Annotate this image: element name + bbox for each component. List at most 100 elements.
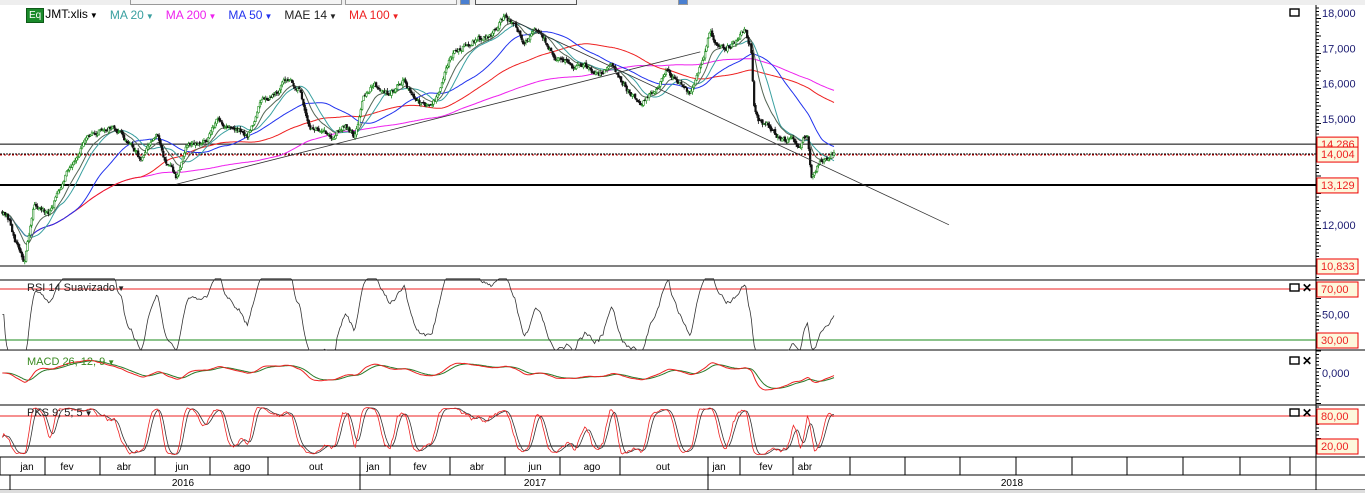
candle-body [97,129,101,136]
candle-body [809,148,812,166]
time-axis: jan fev abr jun ago out jan fev abr jun ago out jan f… [0,457,1317,490]
candle-body [149,142,152,146]
candle-body [401,80,404,86]
candle-body [71,164,74,168]
candle-body [634,93,637,99]
candle-body [523,42,526,44]
candle-body [302,98,305,106]
moving-averages [2,22,835,245]
month-label: out [656,462,670,473]
candle-body [68,167,71,171]
candle-body [529,35,532,41]
candle-body [611,63,614,67]
candle-body [53,200,56,209]
candle-body [32,209,35,220]
dropdown-icon: ▼ [145,12,154,21]
candle-body [502,16,505,21]
macd-label-text: MACD 26, 12, 9 [27,356,106,368]
candle-body [75,157,78,161]
candle-body [667,69,670,71]
close-icon[interactable]: ✕ [1302,281,1312,295]
candle-body [292,82,295,87]
candle-body [6,213,10,220]
year-label: 2017 [524,478,547,489]
candle-body [431,104,434,106]
candle-body [158,135,161,141]
candle-body [307,120,311,127]
year-label: 2018 [1001,478,1024,489]
candle-body [121,131,124,136]
dropdown-icon: ▼ [89,11,98,20]
candle-body [663,74,666,77]
candle-body [180,161,183,168]
close-icon[interactable]: ✕ [1302,406,1312,420]
candle-body [699,64,703,68]
candle-body [306,115,309,122]
indicators [0,278,1316,456]
candle-body [334,135,337,139]
candle-body [440,82,444,89]
candle-body [29,225,32,236]
maximize-icon[interactable] [1289,408,1300,417]
macd-label[interactable]: MACD 26, 12, 9 ▼ [27,356,115,368]
candle-body [443,71,446,80]
legend-ma200[interactable]: MA 200 ▼ [166,8,217,22]
ma200-line [2,58,835,237]
candle-body [151,140,154,142]
legend-label: MA 200 [165,8,207,22]
candle-body [564,59,567,63]
candle-body [62,181,66,185]
candle-body [755,111,759,116]
candle-body [181,156,185,162]
month-label: abr [798,462,813,473]
candle-body [267,99,270,101]
candle-body [806,135,809,137]
legend-ma100[interactable]: MA 100 ▼ [349,8,400,22]
candle-body [461,45,465,52]
candle-body [783,136,787,142]
candle-body [816,165,819,172]
month-label: fev [60,462,73,473]
pks-label[interactable]: PKS 9; 5; 5 ▼ [27,407,93,419]
rsi-label[interactable]: RSI 14 Suavizado ▼ [27,282,125,294]
price-tick-label: 18,000 [1322,8,1356,20]
candle-body [15,241,18,243]
legend-ma50[interactable]: MA 50 ▼ [228,8,272,22]
symbol-selector[interactable]: Eq JMT:xlis ▼ [26,7,98,23]
month-label: ago [234,462,251,473]
price-tick-label: 12,000 [1322,220,1356,232]
legend-ma20[interactable]: MA 20 ▼ [110,8,154,22]
month-label: out [309,462,323,473]
candle-body [712,35,715,41]
rsi-marker: 30,00 [1321,335,1349,347]
price-tick-label: 17,000 [1322,43,1356,55]
pks-d-line [2,407,834,455]
candle-body [78,153,81,158]
candle-body [394,88,397,93]
candle-body [358,116,361,126]
candle-body [655,88,658,93]
candle-body [648,93,651,99]
maximize-icon[interactable] [1289,283,1300,292]
candle-body [198,142,201,144]
candle-body [291,79,294,83]
month-label: jun [527,462,541,473]
candle-body [487,36,490,39]
maximize-icon[interactable] [1289,356,1300,365]
candle-body [251,124,255,127]
month-label: ago [584,462,601,473]
legend-mae14[interactable]: MAE 14 ▼ [284,8,337,22]
candle-body [215,118,218,124]
stock-chart[interactable]: 18,00017,00016,00015,00012,00014,28614,0… [0,0,1365,493]
candle-body [727,45,731,48]
close-icon[interactable]: ✕ [1302,354,1312,368]
candle-body [386,90,389,95]
dropdown-icon: ▼ [264,12,273,21]
month-label: jan [19,462,33,473]
candle-body [362,95,365,101]
candle-body [165,159,168,164]
candle-body [172,166,175,172]
maximize-icon[interactable] [1289,8,1300,17]
candle-body [697,72,700,76]
candle-body [177,169,180,176]
